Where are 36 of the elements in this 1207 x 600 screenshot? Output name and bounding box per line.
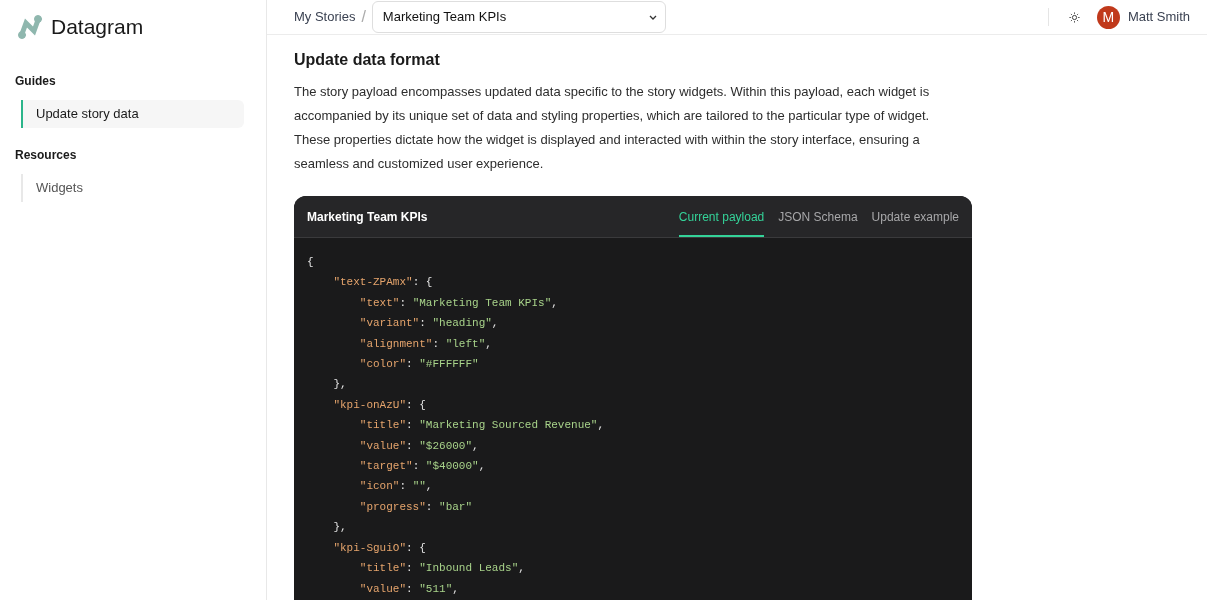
panel-tab[interactable]: JSON Schema: [778, 196, 858, 237]
app-name: Datagram: [51, 13, 144, 40]
code-line: "value": "$26000",: [358, 438, 479, 454]
sidebar-section-title: Resources: [15, 147, 78, 164]
panel-title: Marketing Team KPIs: [307, 208, 428, 226]
code-line: "text": "Marketing Team KPIs",: [358, 295, 558, 311]
code-line: {: [307, 255, 314, 270]
story-select[interactable]: Marketing Team KPIs: [371, 1, 666, 33]
code-line: "text-ZPAmx": {: [332, 275, 433, 291]
code-line: "color": "#FFFFFF": [358, 357, 479, 373]
breadcrumb-link[interactable]: My Stories: [294, 7, 356, 27]
code-line: },: [332, 520, 347, 536]
sidebar-section-title: Guides: [15, 73, 57, 90]
code-line: "kpi-SguiO": {: [332, 540, 426, 556]
sun-icon[interactable]: [1068, 11, 1080, 23]
logo-icon: [17, 13, 43, 40]
code-line: "variant": "heading",: [358, 316, 499, 332]
panel-tab[interactable]: Current payload: [678, 196, 765, 237]
code-line: "kpi-onAzU": {: [332, 397, 426, 413]
code-line: "progress": "bar": [358, 499, 473, 515]
code-line: "target": "$40000",: [358, 459, 486, 475]
section-heading: Update data format: [294, 50, 441, 70]
code-line: "title": "Marketing Sourced Revenue",: [358, 418, 605, 434]
user-avatar[interactable]: M: [1096, 5, 1120, 29]
user-name: Matt Smith: [1127, 8, 1190, 27]
code-line: "icon": "",: [358, 479, 433, 495]
code-line: "title": "Inbound Leads",: [358, 561, 525, 577]
breadcrumb-separator: /: [361, 7, 366, 27]
chevron-down-icon: [648, 14, 657, 20]
code-line: },: [332, 377, 347, 393]
description-paragraph: The story payload encompasses updated data specific to the story widgets. Within this payload, each widget is accompanied by its unique set of data and styling properties, which are tailored to the particular type of widget. These properties dictate how the widget is displayed and interacted with within the story interface, ensuring a seamless and customized user experience.: [294, 83, 931, 173]
sidebar-item[interactable]: Widgets: [21, 174, 244, 202]
panel-tab[interactable]: Update example: [871, 196, 959, 237]
code-line: "alignment": "left",: [358, 336, 492, 352]
sidebar-item[interactable]: Update story data: [21, 100, 244, 128]
code-line: "value": "511",: [358, 581, 459, 597]
